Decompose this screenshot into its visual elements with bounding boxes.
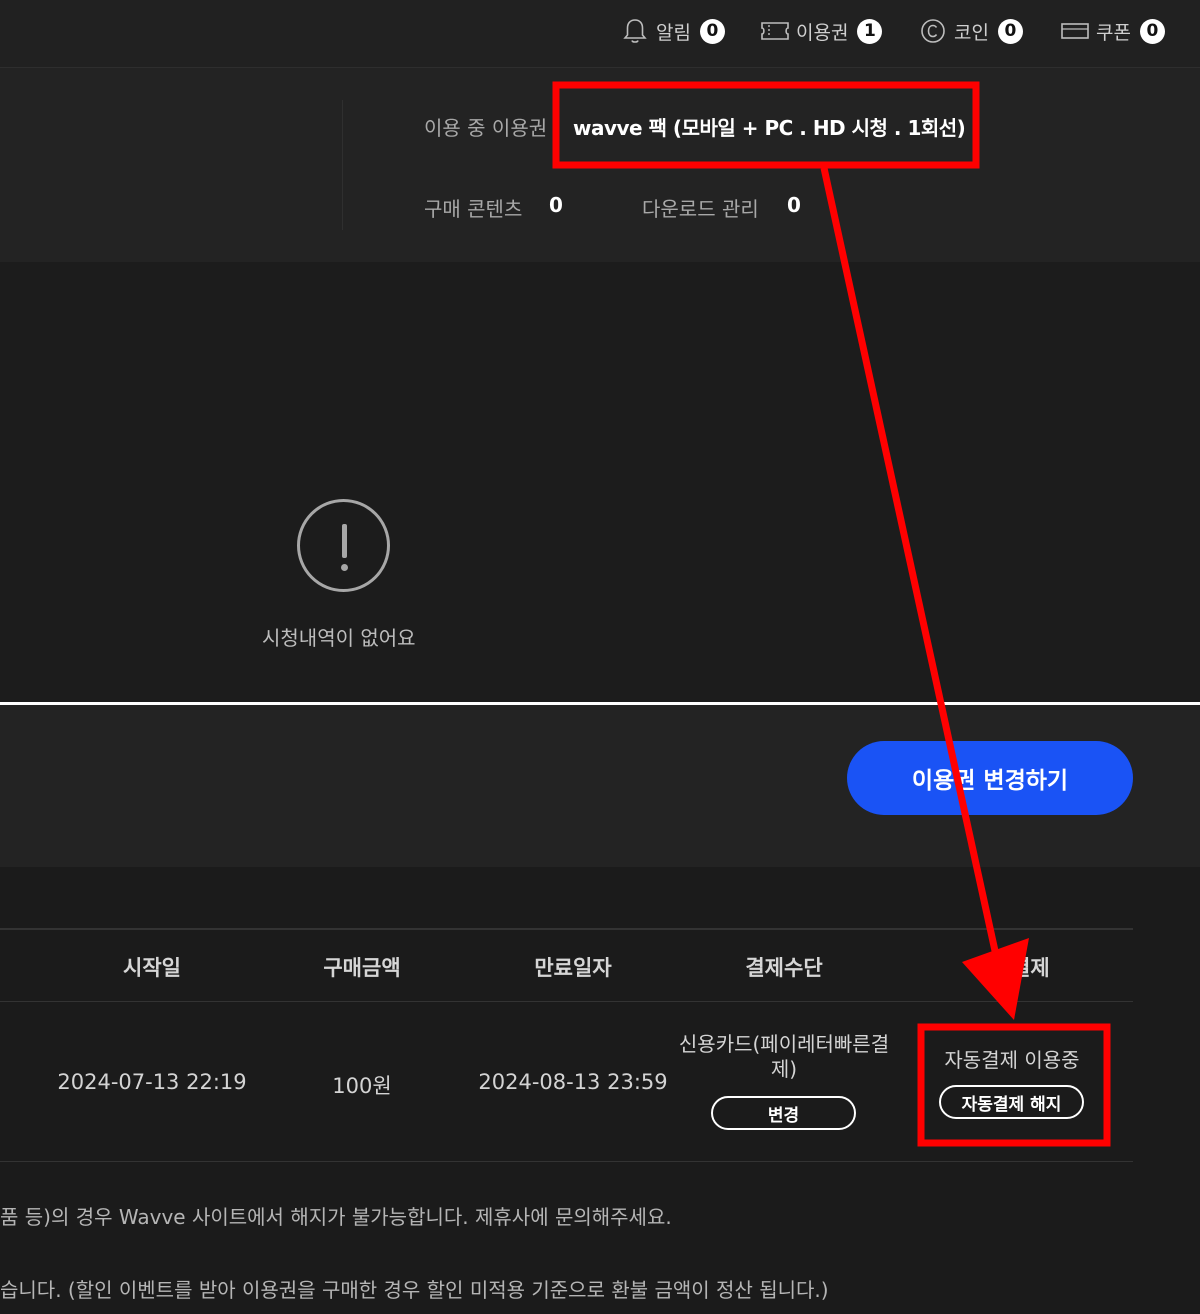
notifications-count-badge: 0 [699, 18, 725, 44]
coupons-count-badge: 0 [1139, 18, 1165, 44]
download-management-label[interactable]: 다운로드 관리 [642, 193, 759, 222]
download-management-count: 0 [787, 193, 801, 217]
tickets-count-badge: 1 [857, 18, 883, 44]
current-ticket-name[interactable]: wavve 팩 (모바일 + PC . HD 시청 . 1회선) [573, 112, 966, 141]
purchased-content-count: 0 [549, 193, 563, 217]
top-bar: 알림 0 이용권 1 코인 0 쿠폰 0 [0, 0, 1200, 68]
notice-line-2: 습니다. (할인 이벤트를 받아 이용권을 구매한 경우 할인 미적용 기준으로… [0, 1278, 829, 1302]
start-date-cell: 2024-07-13 22:19 [57, 1070, 247, 1094]
bell-icon [620, 16, 650, 46]
change-ticket-button[interactable]: 이용권 변경하기 [847, 741, 1133, 815]
coupons-label: 쿠폰 [1096, 21, 1131, 44]
coins-count-badge: 0 [997, 18, 1023, 44]
summary-divider [342, 100, 343, 230]
tickets-menu[interactable]: 이용권 1 [760, 16, 883, 46]
end-date-cell: 2024-08-13 23:59 [478, 1070, 668, 1094]
coins-label: 코인 [954, 21, 989, 44]
notice-line-1: 품 등)의 경우 Wavve 사이트에서 해지가 불가능합니다. 제휴사에 문의… [0, 1205, 672, 1229]
tickets-label: 이용권 [796, 21, 849, 44]
empty-history-message: 시청내역이 없어요 [262, 626, 416, 650]
exclamation-icon [297, 499, 390, 592]
header-start-date: 시작일 [123, 956, 181, 980]
notifications-label: 알림 [656, 21, 691, 44]
ticket-icon [760, 16, 790, 46]
header-end-date: 만료일자 [534, 956, 612, 980]
amount-cell: 100원 [332, 1074, 392, 1098]
watch-history-empty-state: 시청내역이 없어요 [0, 262, 1200, 702]
coupon-icon [1060, 16, 1090, 46]
ticket-actions-panel: 이용권 변경하기 [0, 705, 1200, 867]
payment-method-cell: 신용카드(페이레터빠른결제) [678, 1032, 890, 1081]
subscription-summary-panel: 이용 중 이용권 wavve 팩 (모바일 + PC . HD 시청 . 1회선… [0, 68, 1200, 262]
coins-menu[interactable]: 코인 0 [918, 16, 1023, 46]
auto-payment-status: 자동결제 이용중 [944, 1048, 1080, 1072]
current-ticket-label: 이용 중 이용권 [424, 116, 548, 140]
notifications-menu[interactable]: 알림 0 [620, 16, 725, 46]
coin-icon [918, 16, 948, 46]
header-payment-method: 결제수단 [745, 956, 823, 980]
cancel-auto-payment-button[interactable]: 자동결제 해지 [939, 1085, 1084, 1119]
table-row: 2024-07-13 22:19 100원 2024-08-13 23:59 신… [0, 1002, 1133, 1162]
purchased-content-label[interactable]: 구매 콘텐츠 [424, 193, 522, 222]
header-amount: 구매금액 [323, 956, 401, 980]
header-auto-payment: 자동결제 [972, 956, 1050, 980]
table-header: 시작일 구매금액 만료일자 결제수단 자동결제 [0, 928, 1133, 1002]
change-payment-button[interactable]: 변경 [711, 1096, 856, 1130]
coupons-menu[interactable]: 쿠폰 0 [1060, 16, 1165, 46]
